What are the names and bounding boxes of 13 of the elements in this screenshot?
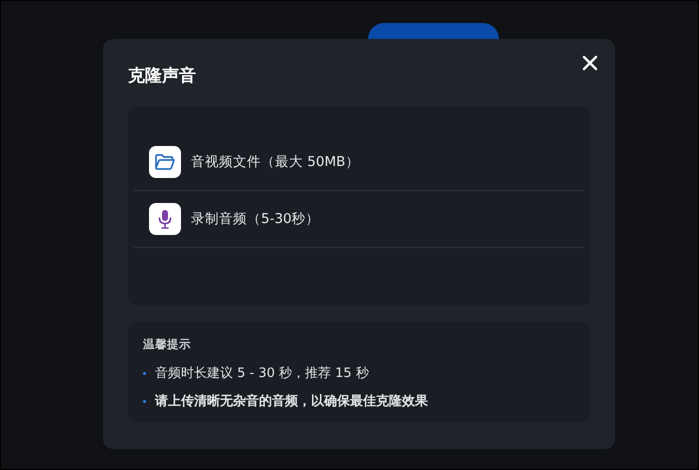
upload-option[interactable]: 录制音频（5-30秒）: [134, 191, 584, 248]
tip-text: 请上传清晰无杂音的音频，以确保最佳克隆效果: [155, 392, 428, 410]
bullet-icon: [143, 372, 146, 375]
close-button[interactable]: [581, 54, 599, 72]
tip-text: 音频时长建议 5 - 30 秒，推荐 15 秒: [155, 364, 369, 382]
option-label: 录制音频（5-30秒）: [191, 210, 320, 229]
dialog-title: 克隆声音: [128, 65, 197, 88]
folder-icon: [149, 146, 181, 178]
bullet-icon: [143, 400, 146, 403]
option-label: 音视频文件（最大 50MB）: [191, 152, 360, 172]
tips-heading: 温馨提示: [143, 336, 192, 353]
microphone-icon: [149, 203, 181, 235]
upload-option[interactable]: 音视频文件（最大 50MB）: [134, 134, 584, 191]
